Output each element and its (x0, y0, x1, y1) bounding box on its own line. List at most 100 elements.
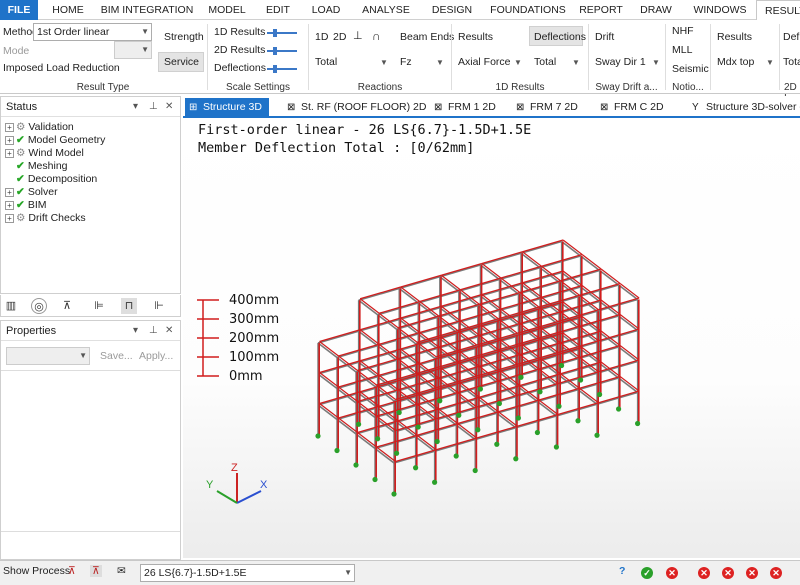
expand-icon[interactable]: + (5, 187, 14, 197)
load-icon[interactable]: ⊼ (68, 565, 76, 577)
structure-tree-icon[interactable]: ▥ (3, 298, 19, 314)
menu-foundations[interactable]: FOUNDATIONS (488, 0, 568, 20)
levels-icon[interactable]: ⊫ (91, 298, 107, 314)
check-status-icon[interactable]: ✓ (641, 567, 653, 579)
menu-home[interactable]: HOME (44, 0, 92, 20)
close-icon[interactable]: ✕ (165, 321, 173, 341)
gridline-icon[interactable]: ⊩ (151, 298, 167, 314)
pin-icon[interactable]: ⊥ (149, 97, 158, 117)
strength-button[interactable]: Strength (164, 31, 204, 43)
tab-structure-3d[interactable]: ⊞ Structure 3D (185, 98, 269, 118)
imposed-load-reduction-checkbox[interactable]: Imposed Load Reduction (3, 62, 120, 74)
solver-icon: Y (692, 102, 699, 113)
loading-icon[interactable]: ⊼ (59, 298, 75, 314)
tab-label: St. RF (ROOF FLOOR) 2D (301, 101, 427, 113)
tree-item-decomposition[interactable]: ✔ Decomposition (5, 173, 97, 185)
combination-icon[interactable]: ⊼ (90, 565, 102, 577)
error-status-icon[interactable]: ✕ (746, 567, 758, 579)
pin-icon[interactable]: ⊥ (149, 321, 158, 341)
drift-button[interactable]: Drift (595, 31, 614, 43)
menu-results[interactable]: RESULTS (756, 0, 800, 21)
apply-button[interactable]: Apply... (139, 350, 173, 362)
menu-windows[interactable]: WINDOWS (688, 0, 752, 20)
load-combination-select[interactable]: 26 LS{6.7}-1.5D+1.5E ▼ (140, 564, 355, 582)
dropdown-icon[interactable]: ▾ (133, 321, 138, 341)
dropdown-icon[interactable]: ▾ (133, 97, 138, 117)
deflections-slider[interactable] (267, 65, 297, 73)
expand-icon[interactable]: + (5, 213, 14, 223)
beam (374, 447, 395, 464)
menu-edit[interactable]: EDIT (258, 0, 298, 20)
expand-icon[interactable]: + (5, 200, 14, 210)
deflected-beam (481, 294, 502, 310)
sway-dir-select[interactable]: Sway Dir 1 (595, 56, 646, 68)
tree-item-drift-checks[interactable]: + ⚙ Drift Checks (5, 212, 86, 224)
help-icon[interactable]: ? (619, 565, 625, 577)
beam (520, 252, 541, 269)
tree-item-validation[interactable]: + ⚙ Validation (5, 121, 74, 133)
error-status-icon[interactable]: ✕ (666, 567, 678, 579)
reactions-1d-button[interactable]: 1D (315, 31, 328, 43)
total-2d-select[interactable]: Tota (783, 56, 800, 68)
tab-frm-1-2d[interactable]: ⊠ FRM 1 2D (430, 98, 496, 118)
menu-report[interactable]: REPORT (576, 0, 626, 20)
beam-ends-button[interactable]: Beam Ends (400, 31, 454, 43)
error-status-icon[interactable]: ✕ (698, 567, 710, 579)
tree-item-model-geometry[interactable]: + ✔ Model Geometry (5, 134, 105, 146)
properties-select[interactable]: ▼ (6, 347, 90, 365)
properties-panel: Properties ▾ ⊥ ✕ ▼ Save... Apply... (0, 320, 181, 560)
3d-viewport[interactable]: First-order linear - 26 LS{6.7}-1.5D+1.5… (183, 118, 800, 558)
tab-st-rf-roof-floor-2d[interactable]: ⊠ St. RF (ROOF FLOOR) 2D (283, 98, 426, 118)
nhf-button[interactable]: NHF (672, 25, 694, 37)
menu-file[interactable]: FILE (0, 0, 38, 20)
error-status-icon[interactable]: ✕ (722, 567, 734, 579)
1d-results-slider[interactable] (267, 29, 297, 37)
beam (415, 436, 436, 452)
globe-icon[interactable]: ◎ (31, 298, 47, 314)
lock-icon[interactable]: ⊓ (121, 298, 137, 314)
seismic-button[interactable]: Seismic (672, 63, 709, 75)
tree-item-meshing[interactable]: ✔ Meshing (5, 160, 68, 172)
support-icon[interactable]: ⊥ (353, 29, 363, 42)
deflections-2d-button[interactable]: Defl (783, 31, 800, 43)
menu-design[interactable]: DESIGN (424, 0, 480, 20)
tree-item-solver[interactable]: + ✔ Solver (5, 186, 58, 198)
results-2d-button[interactable]: Results (717, 31, 752, 43)
tree-item-bim[interactable]: + ✔ BIM (5, 199, 46, 211)
deflections-total-select[interactable]: Total (534, 56, 556, 68)
error-status-icon[interactable]: ✕ (770, 567, 782, 579)
results-button[interactable]: Results (458, 31, 493, 43)
column-icon[interactable]: ∩ (372, 29, 381, 43)
method-select[interactable]: 1st Order linear ▼ (33, 23, 152, 41)
frame-icon: ⊠ (516, 102, 525, 113)
axial-force-select[interactable]: Axial Force (458, 56, 511, 68)
menu-bim-integration[interactable]: BIM INTEGRATION (98, 0, 196, 20)
menu-draw[interactable]: DRAW (636, 0, 676, 20)
tab-frm-c-2d[interactable]: ⊠ FRM C 2D (596, 98, 664, 118)
tree-item-wind-model[interactable]: + ⚙ Wind Model (5, 147, 84, 159)
mdx-top-select[interactable]: Mdx top (717, 56, 754, 68)
close-icon[interactable]: ✕ (165, 97, 173, 117)
ribbon: Method 1st Order linear ▼ Mode ▼ Imposed … (0, 20, 800, 104)
mode-select[interactable]: ▼ (114, 41, 152, 59)
support-node (472, 467, 478, 474)
reactions-total-select[interactable]: Total (315, 56, 337, 68)
menu-load[interactable]: LOAD (306, 0, 346, 20)
expand-icon[interactable]: + (5, 135, 14, 145)
tab-frm-7-2d[interactable]: ⊠ FRM 7 2D (512, 98, 578, 118)
menu-model[interactable]: MODEL (204, 0, 250, 20)
beam (561, 240, 582, 257)
structure-3d-model[interactable] (183, 118, 800, 558)
save-button[interactable]: Save... (100, 350, 133, 362)
expand-icon[interactable]: + (5, 148, 14, 158)
tab-structure-3d-solver[interactable]: Y Structure 3D-solver - 2 (688, 98, 800, 118)
deflected-beam (522, 239, 564, 253)
message-icon[interactable]: ✉ (117, 565, 126, 577)
mll-button[interactable]: MLL (672, 44, 692, 56)
expand-icon[interactable]: + (5, 122, 14, 132)
show-process-button[interactable]: Show Process (3, 565, 70, 577)
menu-analyse[interactable]: ANALYSE (356, 0, 416, 20)
beam-ends-fz-select[interactable]: Fz (400, 56, 412, 68)
2d-results-slider[interactable] (267, 47, 297, 55)
reactions-2d-button[interactable]: 2D (333, 31, 346, 43)
